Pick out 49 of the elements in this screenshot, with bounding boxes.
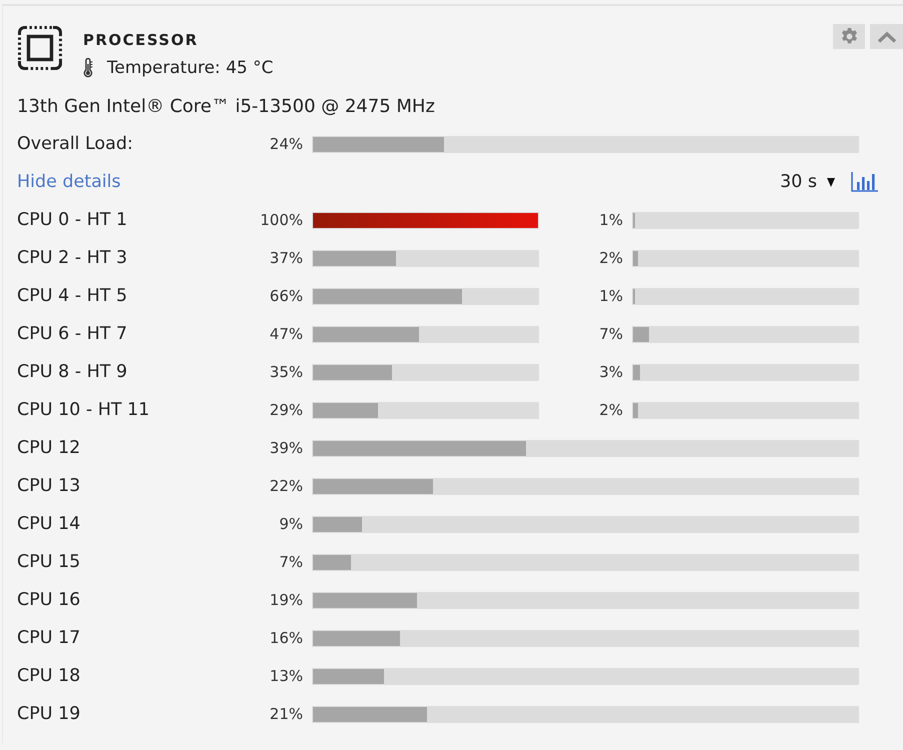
core-label: CPU 18 (17, 666, 82, 686)
core-label: CPU 14 (17, 514, 82, 534)
load-reading: 24% (268, 135, 303, 153)
settings-icon (840, 27, 858, 46)
chevron-up-icon (876, 30, 896, 42)
temperature-text: Temperature: 45 °C (107, 57, 274, 80)
processor-model: 13th Gen Intel® Core™ i5-13500 @ 2475 MHz (17, 94, 436, 118)
load-reading: 47% (268, 325, 303, 343)
processor-chip-icon (18, 26, 62, 70)
core-label: CPU 16 (17, 590, 82, 610)
load-reading: 35% (268, 363, 303, 381)
core-label: CPU 17 (17, 628, 82, 648)
load-reading: 22% (268, 477, 303, 495)
core-label: CPU 2 - HT 3 (17, 248, 128, 268)
settings-button[interactable] (833, 24, 865, 49)
interval-dropdown[interactable]: 30 s (780, 172, 835, 192)
load-reading: 37% (268, 249, 303, 267)
core-label: CPU 19 (17, 704, 82, 724)
load-reading: 1% (598, 211, 623, 229)
core-label: CPU 12 (17, 438, 82, 458)
load-reading: 16% (268, 629, 303, 647)
load-reading: 29% (268, 401, 303, 419)
load-reading: 1% (598, 287, 623, 305)
core-label: CPU 8 - HT 9 (17, 362, 128, 382)
load-reading: 2% (598, 249, 623, 267)
load-reading: 9% (278, 515, 303, 533)
load-reading: 3% (598, 363, 623, 381)
load-reading: 19% (268, 591, 303, 609)
core-label: CPU 15 (17, 552, 82, 572)
hide-details-link[interactable]: Hide details (17, 172, 121, 192)
core-label: CPU 6 - HT 7 (17, 324, 128, 344)
core-label: CPU 10 - HT 11 (17, 400, 151, 420)
collapse-button[interactable] (870, 24, 903, 49)
load-reading: 39% (268, 439, 303, 457)
core-label: CPU 4 - HT 5 (17, 286, 128, 306)
overall-load-label: Overall Load: (17, 134, 134, 154)
load-reading: 66% (268, 287, 303, 305)
load-reading: 2% (598, 401, 623, 419)
load-reading: 13% (268, 667, 303, 685)
panel-title: PROCESSOR (83, 30, 200, 51)
caret-icon (827, 178, 835, 186)
load-reading: 100% (259, 211, 303, 229)
load-reading: 21% (268, 705, 303, 723)
load-reading: 7% (598, 325, 623, 343)
core-label: CPU 0 - HT 1 (17, 210, 128, 230)
thermometer-icon (83, 58, 93, 78)
core-label: CPU 13 (17, 476, 82, 496)
load-reading: 7% (278, 553, 303, 571)
bar-chart-icon[interactable] (851, 172, 878, 192)
